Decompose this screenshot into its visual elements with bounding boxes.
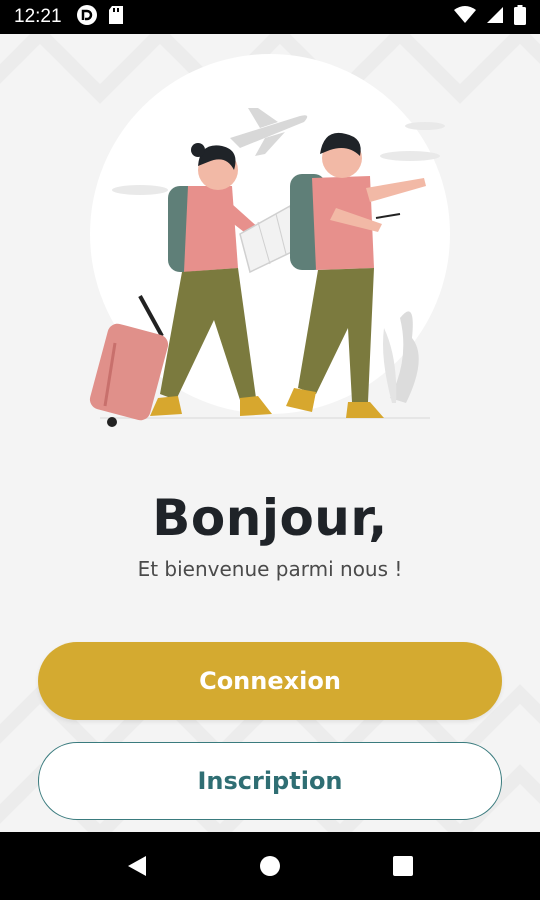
wifi-icon	[454, 5, 476, 29]
woman-traveler	[150, 143, 301, 416]
home-button[interactable]	[250, 846, 290, 886]
home-icon	[259, 856, 280, 876]
pocket-casts-icon	[76, 4, 98, 31]
back-icon	[127, 856, 146, 876]
signup-button[interactable]: Inscription	[38, 742, 502, 820]
status-bar: 12:21	[0, 0, 540, 34]
greeting-subtitle: Et bienvenue parmi nous !	[137, 557, 403, 581]
recents-icon	[393, 856, 414, 876]
signal-icon	[486, 6, 504, 29]
login-button[interactable]: Connexion	[38, 642, 502, 720]
sd-card-icon	[108, 5, 124, 30]
airplane-icon	[230, 108, 308, 156]
back-button[interactable]	[117, 846, 157, 886]
greeting-title: Bonjour,	[152, 489, 388, 547]
welcome-screen: Bonjour, Et bienvenue parmi nous ! Conne…	[0, 34, 540, 832]
recents-button[interactable]	[383, 846, 423, 886]
cloud-icon	[112, 185, 168, 195]
system-nav-bar	[0, 832, 540, 900]
travelers-illustration	[89, 108, 445, 427]
battery-icon	[514, 4, 526, 30]
status-time: 12:21	[14, 6, 62, 27]
